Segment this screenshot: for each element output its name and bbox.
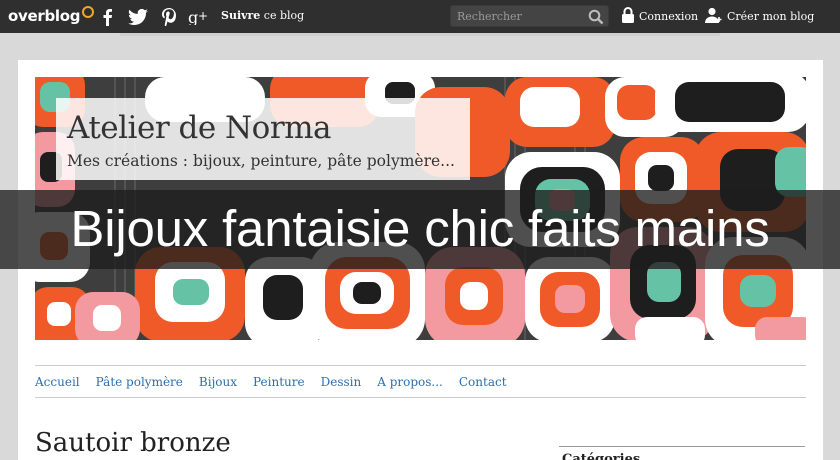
create-blog-label: Créer mon blog bbox=[727, 9, 815, 23]
menu-item-contact[interactable]: Contact bbox=[459, 375, 507, 389]
search-box bbox=[450, 5, 609, 27]
menu-item-peinture[interactable]: Peinture bbox=[253, 375, 305, 389]
svg-text:g: g bbox=[188, 9, 198, 25]
google-plus-icon[interactable]: g + bbox=[188, 7, 210, 27]
search-icon[interactable] bbox=[588, 9, 604, 25]
blog-title[interactable]: Atelier de Norma bbox=[67, 110, 332, 146]
menu-item-bijoux[interactable]: Bijoux bbox=[199, 375, 237, 389]
search-input[interactable] bbox=[457, 9, 587, 24]
blog-description: Mes créations : bijoux, peinture, pâte p… bbox=[67, 152, 455, 170]
sidebar-widget-title: Catégories bbox=[562, 452, 641, 460]
create-blog-link[interactable]: Créer mon blog bbox=[705, 7, 814, 25]
follow-bold: Suivre bbox=[221, 9, 261, 22]
menu-item-a-propos[interactable]: A propos... bbox=[377, 375, 443, 389]
login-label: Connexion bbox=[639, 9, 699, 23]
follow-blog-link[interactable]: Suivre ce blog bbox=[221, 9, 304, 22]
logo-ring-icon bbox=[82, 6, 95, 18]
lock-icon bbox=[621, 6, 635, 26]
login-link[interactable]: Connexion bbox=[621, 6, 699, 26]
facebook-icon[interactable] bbox=[97, 7, 117, 27]
post-title[interactable]: Sautoir bronze bbox=[35, 428, 231, 458]
overlay-title: Bijoux fantaisie chic faits mains bbox=[70, 200, 770, 257]
twitter-icon[interactable] bbox=[127, 7, 149, 27]
main-menu: Accueil Pâte polymère Bijoux Peinture De… bbox=[35, 365, 806, 398]
top-bar: overblog g+ Suivre ce blog Connexion Cré… bbox=[0, 0, 840, 33]
pinterest-icon[interactable] bbox=[159, 7, 179, 27]
logo-text: overblog bbox=[8, 7, 81, 25]
svg-text:+: + bbox=[198, 9, 208, 23]
user-plus-icon bbox=[705, 7, 723, 26]
sidebar-divider bbox=[559, 446, 805, 447]
topbar-underline bbox=[120, 33, 720, 36]
overblog-logo[interactable]: overblog bbox=[8, 6, 95, 26]
menu-item-pate-polymere[interactable]: Pâte polymère bbox=[96, 375, 183, 389]
menu-item-dessin[interactable]: Dessin bbox=[321, 375, 362, 389]
menu-item-accueil[interactable]: Accueil bbox=[35, 375, 80, 389]
follow-rest: ce blog bbox=[260, 9, 305, 22]
